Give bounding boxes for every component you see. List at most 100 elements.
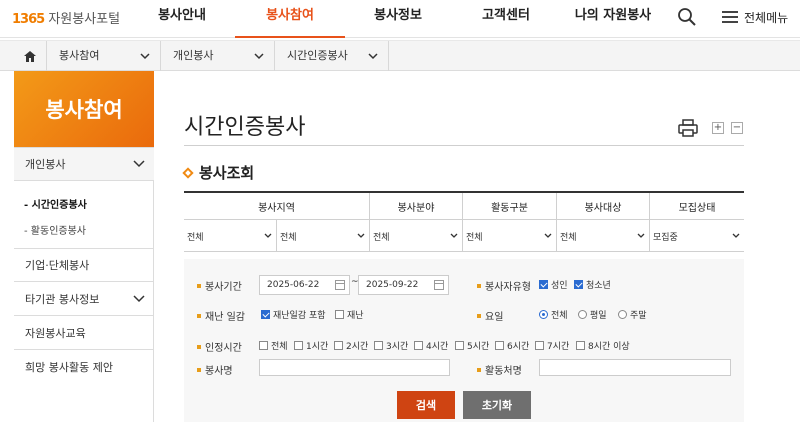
checkbox-label: 2시간 <box>346 342 369 352</box>
gnb-item-info[interactable]: 봉사정보 <box>343 0 453 38</box>
checkbox-unchecked[interactable] <box>495 341 504 350</box>
sidebar-item-group[interactable]: 기업·단체봉사 <box>14 248 154 282</box>
gnb-item-support[interactable]: 고객센터 <box>451 0 561 38</box>
breadcrumb-label: 봉사참여 <box>59 49 100 62</box>
font-size-plus-button[interactable]: + <box>712 122 724 134</box>
period-label: 봉사기간 <box>197 278 242 293</box>
checkbox-label: 6시간 <box>507 342 530 352</box>
hours-2-checkbox[interactable]: 2시간 <box>334 339 368 352</box>
select-value: 전체 <box>187 232 204 243</box>
breadcrumb: 봉사참여 개인봉사 시간인증봉사 <box>0 40 800 71</box>
select-value: 전체 <box>466 232 483 243</box>
field-select[interactable]: 전체 <box>370 220 463 252</box>
home-icon[interactable] <box>14 41 47 71</box>
font-size-minus-button[interactable]: − <box>731 122 743 134</box>
bullet-icon <box>477 367 481 372</box>
hours-5-checkbox[interactable]: 5시간 <box>455 339 489 352</box>
day-all-radio[interactable]: 전체 <box>539 308 568 321</box>
hours-1-checkbox[interactable]: 1시간 <box>294 339 328 352</box>
disaster-include-checkbox[interactable]: 재난일감 포함 <box>261 308 326 321</box>
chevron-down-icon <box>133 160 145 168</box>
page-title: 시간인증봉사 <box>184 115 306 140</box>
sidebar-item-label: 기업·단체봉사 <box>25 259 90 272</box>
region-city-select[interactable]: 전체 <box>277 220 370 252</box>
radio-unselected[interactable] <box>578 310 587 319</box>
date-from-value: 2025-06-22 <box>267 280 320 290</box>
filter-header-row: 봉사지역 봉사분야 활동구분 봉사대상 모집상태 <box>184 193 744 220</box>
checkbox-unchecked[interactable] <box>335 310 344 319</box>
adult-checkbox[interactable]: 성인 <box>539 278 568 291</box>
checkbox-unchecked[interactable] <box>259 341 268 350</box>
sidebar-sub-label: 활동인증봉사 <box>30 226 86 237</box>
checkbox-unchecked[interactable] <box>294 341 303 350</box>
period-label-text: 봉사기간 <box>205 282 242 293</box>
radio-label: 전체 <box>551 311 568 321</box>
bullet-icon <box>477 283 481 288</box>
activity-place-input[interactable] <box>539 359 731 376</box>
checkbox-label: 전체 <box>271 342 288 352</box>
activity-type-select[interactable]: 전체 <box>463 220 557 252</box>
volunteer-name-input[interactable] <box>259 359 450 376</box>
chevron-down-icon <box>450 233 458 238</box>
hours-label-text: 인정시간 <box>205 343 242 354</box>
hours-7-checkbox[interactable]: 7시간 <box>535 339 569 352</box>
vol-type-label-text: 봉사자유형 <box>485 282 531 293</box>
hours-all-checkbox[interactable]: 전체 <box>259 339 288 352</box>
checkbox-label: 4시간 <box>426 342 449 352</box>
date-from-input[interactable]: 2025-06-22 <box>259 275 350 295</box>
disaster-only-checkbox[interactable]: 재난 <box>335 308 364 321</box>
checkbox-unchecked[interactable] <box>414 341 423 350</box>
breadcrumb-dropdown-personal[interactable]: 개인봉사 <box>161 41 275 71</box>
site-logo[interactable]: 1365 자원봉사포털 <box>12 8 120 27</box>
checkbox-unchecked[interactable] <box>576 341 585 350</box>
target-select[interactable]: 전체 <box>557 220 650 252</box>
all-menu-button[interactable]: 전체메뉴 <box>722 6 788 28</box>
hours-4-checkbox[interactable]: 4시간 <box>414 339 448 352</box>
date-to-input[interactable]: 2025-09-22 <box>358 275 449 295</box>
checkbox-checked[interactable] <box>539 280 548 289</box>
status-select[interactable]: 모집중 <box>650 220 744 252</box>
checkbox-unchecked[interactable] <box>455 341 464 350</box>
gnb-item-participation[interactable]: 봉사참여 <box>235 0 345 38</box>
breadcrumb-dropdown-participation[interactable]: 봉사참여 <box>47 41 161 71</box>
checkbox-checked[interactable] <box>261 310 270 319</box>
filter-header-activity: 활동구분 <box>463 193 557 219</box>
checkbox-label: 8시간 이상 <box>588 342 630 352</box>
search-icon[interactable] <box>676 6 698 28</box>
disaster-label-text: 재난 일감 <box>205 312 245 323</box>
checkbox-unchecked[interactable] <box>334 341 343 350</box>
region-province-select[interactable]: 전체 <box>184 220 277 252</box>
sidebar-sub-activity-cert[interactable]: - 활동인증봉사 <box>24 222 86 237</box>
sidebar-sub-time-cert[interactable]: - 시간인증봉사 <box>24 196 87 211</box>
calendar-icon[interactable] <box>434 280 444 290</box>
radio-label: 평일 <box>590 311 607 321</box>
bullet-icon <box>197 313 201 318</box>
sidebar-item-personal[interactable]: 개인봉사 <box>14 147 154 181</box>
gnb-item-guide[interactable]: 봉사안내 <box>127 0 237 38</box>
youth-checkbox[interactable]: 청소년 <box>574 278 611 291</box>
gnb-item-my-volunteer[interactable]: 나의 자원봉사 <box>558 0 668 38</box>
chevron-down-icon <box>264 233 272 238</box>
checkbox-checked[interactable] <box>574 280 583 289</box>
day-weekend-radio[interactable]: 주말 <box>618 308 647 321</box>
search-button[interactable]: 검색 <box>397 391 455 419</box>
breadcrumb-dropdown-time-cert[interactable]: 시간인증봉사 <box>275 41 389 71</box>
hours-3-checkbox[interactable]: 3시간 <box>374 339 408 352</box>
radio-selected[interactable] <box>539 310 548 319</box>
print-icon[interactable] <box>678 119 698 137</box>
hours-6-checkbox[interactable]: 6시간 <box>495 339 529 352</box>
all-menu-label: 전체메뉴 <box>744 10 789 25</box>
sidebar-item-education[interactable]: 자원봉사교육 <box>14 316 154 350</box>
select-value: 모집중 <box>653 232 678 243</box>
reset-button[interactable]: 초기화 <box>463 391 531 419</box>
checkbox-label: 1시간 <box>306 342 329 352</box>
place-label-text: 활동처명 <box>485 366 522 377</box>
day-weekday-radio[interactable]: 평일 <box>578 308 607 321</box>
radio-unselected[interactable] <box>618 310 627 319</box>
checkbox-unchecked[interactable] <box>374 341 383 350</box>
calendar-icon[interactable] <box>335 280 345 290</box>
checkbox-unchecked[interactable] <box>535 341 544 350</box>
sidebar-item-proposal[interactable]: 희망 봉사활동 제안 <box>14 350 154 384</box>
sidebar-item-other-orgs[interactable]: 타기관 봉사정보 <box>14 282 154 316</box>
hours-8plus-checkbox[interactable]: 8시간 이상 <box>576 339 630 352</box>
